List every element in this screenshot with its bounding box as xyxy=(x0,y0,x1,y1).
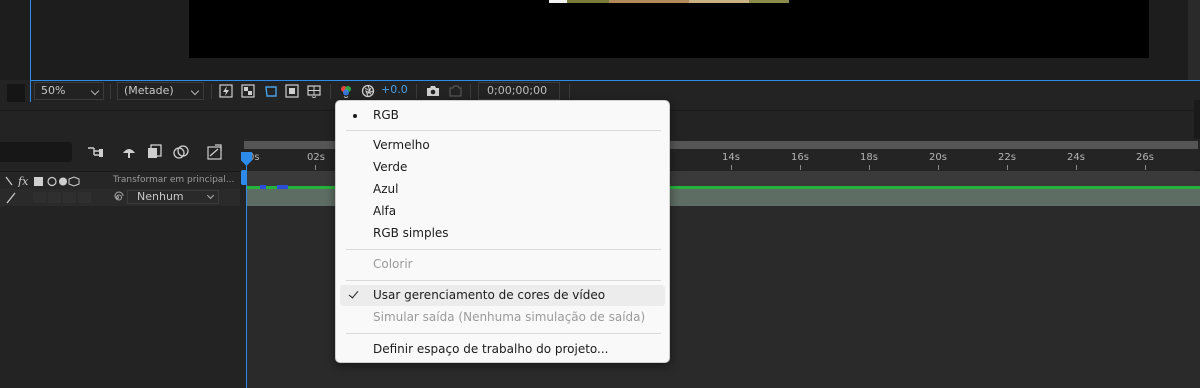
menu-item-label: Vermelho xyxy=(373,138,430,152)
menu-item-label: RGB simples xyxy=(373,226,449,240)
composition-flowchart-icon[interactable] xyxy=(87,145,105,159)
parent-column-label: Transformar em principal... xyxy=(113,175,235,185)
menu-item-label: RGB xyxy=(373,108,399,122)
menu-item-alfa[interactable]: Alfa xyxy=(340,201,665,222)
zoom-value: 50% xyxy=(41,84,66,97)
viewer-toolbar xyxy=(30,80,1200,102)
composition-footage xyxy=(549,0,789,3)
menu-item-verde[interactable]: Verde xyxy=(340,157,665,178)
grid-guides-icon[interactable] xyxy=(307,84,321,98)
playhead-line xyxy=(246,152,247,388)
menu-separator xyxy=(346,130,661,131)
mask-visibility-icon[interactable] xyxy=(264,84,278,98)
parent-dropdown[interactable]: Nenhum xyxy=(127,190,219,204)
ruler-tick xyxy=(1076,165,1077,170)
shy-layers-icon[interactable] xyxy=(121,145,137,159)
tick-label: 18s xyxy=(860,152,878,163)
menu-item-azul[interactable]: Azul xyxy=(340,179,665,200)
menu-item-vermelho[interactable]: Vermelho xyxy=(340,135,665,156)
toolbar-divider xyxy=(416,84,417,99)
switch-box[interactable] xyxy=(33,192,46,203)
motion-blur-icon[interactable] xyxy=(172,144,190,160)
keyframe-marker[interactable] xyxy=(277,185,288,189)
camera-snapshot-icon[interactable] xyxy=(426,84,440,98)
chevron-down-icon xyxy=(90,86,100,96)
color-channel-menu: RGB Vermelho Verde Azul Alfa RGB simples… xyxy=(335,100,670,363)
tick-label: 20s xyxy=(929,152,947,163)
menu-item-label: Usar gerenciamento de cores de vídeo xyxy=(373,288,606,302)
ruler-tick xyxy=(938,165,939,170)
menu-item-label: Simular saída (Nenhuma simulação de saíd… xyxy=(373,310,646,324)
tick-label: 16s xyxy=(791,152,809,163)
resolution-dropdown[interactable]: (Metade) xyxy=(117,82,204,100)
toolbar-divider xyxy=(211,84,212,99)
quality-switch-icon[interactable] xyxy=(5,192,17,204)
layer-switches-icons[interactable]: fx xyxy=(5,175,105,187)
tick-label: 14s xyxy=(722,152,740,163)
menu-item-video-color-management[interactable]: Usar gerenciamento de cores de vídeo xyxy=(340,285,665,306)
fast-previews-icon[interactable] xyxy=(219,84,233,98)
ruler-tick xyxy=(731,165,732,170)
menu-item-simulate-output: Simular saída (Nenhuma simulação de saíd… xyxy=(340,307,665,328)
switch-box[interactable] xyxy=(48,192,61,203)
switch-box[interactable] xyxy=(78,192,91,203)
viewer-scrollbar[interactable] xyxy=(1188,0,1200,80)
menu-separator xyxy=(346,333,661,334)
menu-item-rgb[interactable]: RGB xyxy=(340,105,665,126)
ruler-tick xyxy=(1145,165,1146,170)
menu-separator xyxy=(346,249,661,250)
graph-editor-icon[interactable] xyxy=(207,144,223,160)
toolbar-divider xyxy=(330,84,331,99)
toolbar-divider xyxy=(110,84,111,99)
checkmark-icon xyxy=(348,288,359,299)
ruler-tick xyxy=(315,165,316,170)
layer-panel-empty xyxy=(0,206,240,388)
panel-left-strip xyxy=(0,0,30,80)
switch-box[interactable] xyxy=(63,192,76,203)
menu-item-project-working-space[interactable]: Definir espaço de trabalho do projeto... xyxy=(340,339,665,360)
selected-bullet-icon xyxy=(353,114,357,118)
menu-item-label: Colorir xyxy=(373,257,413,271)
menu-item-label: Definir espaço de trabalho do projeto... xyxy=(373,342,609,356)
color-channels-icon[interactable] xyxy=(339,84,353,98)
svg-text:fx: fx xyxy=(17,175,29,187)
toolbar-divider xyxy=(470,84,471,99)
transparency-grid-icon[interactable] xyxy=(241,84,255,98)
ruler-tick xyxy=(869,165,870,170)
panel-corner-button[interactable] xyxy=(7,84,25,102)
menu-item-colorir: Colorir xyxy=(340,254,665,275)
keyframe-marker[interactable] xyxy=(260,185,266,189)
tick-label: 02s xyxy=(307,152,325,163)
tick-label: 26s xyxy=(1136,152,1154,163)
tick-label: 22s xyxy=(998,152,1016,163)
pick-whip-icon[interactable] xyxy=(111,191,124,204)
exposure-value[interactable]: +0.0 xyxy=(381,83,408,96)
layer-search-input[interactable] xyxy=(0,142,72,162)
current-time-display[interactable]: 0;00;00;00 xyxy=(478,82,560,100)
menu-item-rgb-simples[interactable]: RGB simples xyxy=(340,223,665,244)
show-snapshot-icon[interactable] xyxy=(448,84,462,98)
layer-columns-header: fx Transformar em principal... xyxy=(0,171,240,189)
menu-item-label: Alfa xyxy=(373,204,397,218)
zoom-dropdown[interactable]: 50% xyxy=(34,82,104,100)
ruler-tick xyxy=(800,165,801,170)
menu-separator xyxy=(346,280,661,281)
chevron-down-icon xyxy=(206,191,215,200)
parent-value: Nenhum xyxy=(137,190,184,203)
composition-canvas[interactable] xyxy=(189,0,1149,58)
after-effects-window: 50% (Metade) +0.0 0;00;00;00 0s 02s 14s … xyxy=(0,0,1200,388)
toolbar-divider xyxy=(569,84,570,99)
tick-label: 24s xyxy=(1067,152,1085,163)
region-of-interest-icon[interactable] xyxy=(285,84,299,98)
menu-item-label: Verde xyxy=(373,160,408,174)
chevron-down-icon xyxy=(190,86,200,96)
frame-blending-icon[interactable] xyxy=(147,144,163,160)
reset-exposure-icon[interactable] xyxy=(361,84,375,98)
menu-item-label: Azul xyxy=(373,182,399,196)
ruler-tick xyxy=(1007,165,1008,170)
resolution-value: (Metade) xyxy=(124,84,174,97)
